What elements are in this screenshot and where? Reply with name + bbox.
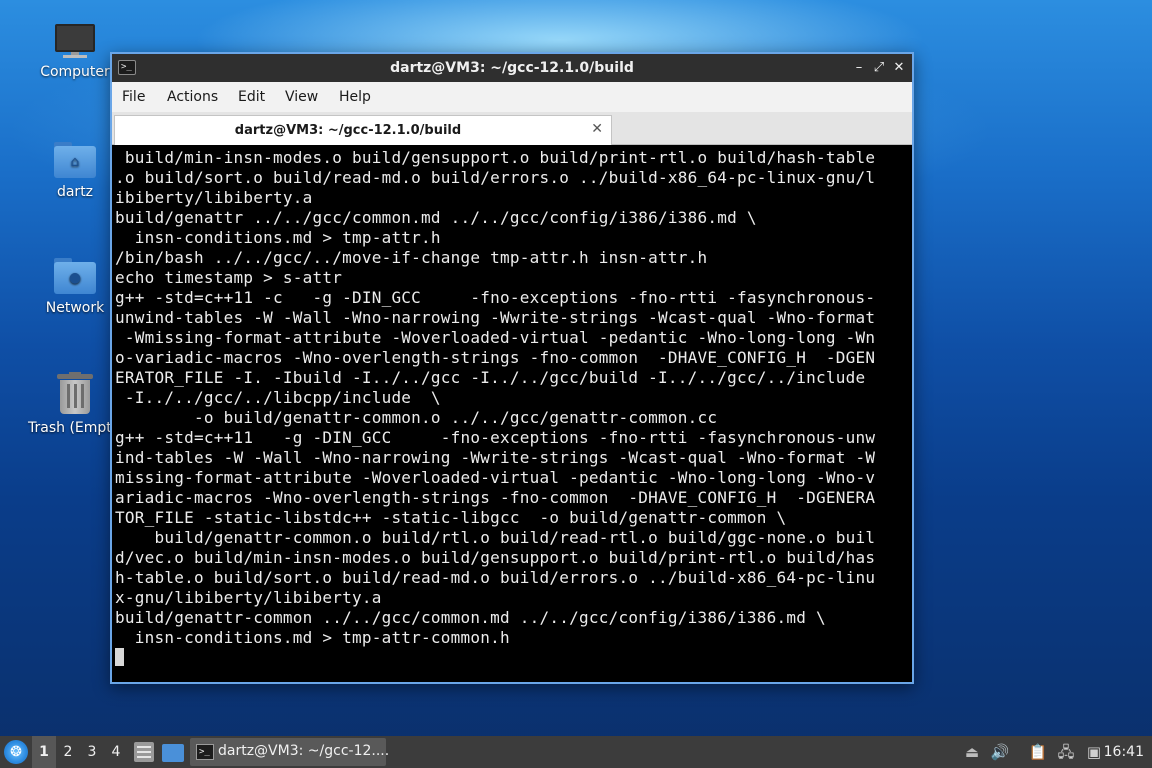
terminal-cursor — [115, 648, 124, 666]
workspace-4[interactable]: 4 — [104, 736, 128, 768]
notification-icon[interactable]: ▣ — [1082, 736, 1106, 768]
tab-bar: dartz@VM3: ~/gcc-12.1.0/build ✕ — [112, 112, 912, 145]
computer-icon — [55, 24, 95, 58]
terminal-tab-label: dartz@VM3: ~/gcc-12.1.0/build — [234, 123, 462, 138]
home-folder-icon: ⌂ — [54, 142, 96, 178]
clock[interactable]: 16:41 — [1104, 736, 1144, 768]
menu-bar: File Actions Edit View Help — [112, 82, 912, 112]
terminal-icon: >_ — [196, 744, 214, 760]
terminal-tab[interactable]: dartz@VM3: ~/gcc-12.1.0/build ✕ — [114, 115, 612, 145]
menu-view[interactable]: View — [285, 89, 318, 105]
terminal-output[interactable]: build/min-insn-modes.o build/gensupport.… — [112, 146, 912, 682]
maximize-button[interactable]: ⤢ — [870, 59, 888, 77]
terminal-text: build/min-insn-modes.o build/gensupport.… — [115, 148, 876, 647]
menu-help[interactable]: Help — [339, 89, 371, 105]
menu-file[interactable]: File — [122, 89, 145, 105]
clipboard-icon[interactable]: 📋 — [1026, 736, 1050, 768]
taskbar-terminal-label: dartz@VM3: ~/gcc-12.... — [218, 743, 390, 759]
menu-actions[interactable]: Actions — [167, 89, 218, 105]
show-desktop-icon[interactable] — [162, 744, 184, 762]
workspace-3[interactable]: 3 — [80, 736, 104, 768]
eject-icon[interactable]: ⏏ — [962, 736, 982, 768]
network-folder-icon: ● — [54, 258, 96, 294]
close-button[interactable]: ✕ — [890, 59, 908, 77]
terminal-window: >_ dartz@VM3: ~/gcc-12.1.0/build – ⤢ ✕ F… — [110, 52, 914, 684]
taskbar-terminal-button[interactable]: >_ dartz@VM3: ~/gcc-12.... — [190, 738, 390, 766]
network-status-icon[interactable]: 🖧 — [1054, 736, 1078, 768]
workspace-1[interactable]: 1 — [32, 736, 56, 768]
window-titlebar[interactable]: >_ dartz@VM3: ~/gcc-12.1.0/build – ⤢ ✕ — [112, 54, 912, 82]
start-menu-icon[interactable]: ❂ — [4, 740, 28, 764]
close-tab-icon[interactable]: ✕ — [591, 121, 603, 137]
file-manager-icon[interactable] — [134, 742, 154, 762]
window-title: dartz@VM3: ~/gcc-12.1.0/build — [390, 60, 634, 76]
trash-icon — [57, 372, 93, 414]
volume-icon[interactable]: 🔊 — [988, 736, 1012, 768]
minimize-button[interactable]: – — [850, 59, 868, 77]
workspace-2[interactable]: 2 — [56, 736, 80, 768]
menu-edit[interactable]: Edit — [238, 89, 265, 105]
taskbar: ❂ 1 2 3 4 >_ dartz@VM3: ~/gcc-12.... ⏏ 🔊… — [0, 736, 1152, 768]
